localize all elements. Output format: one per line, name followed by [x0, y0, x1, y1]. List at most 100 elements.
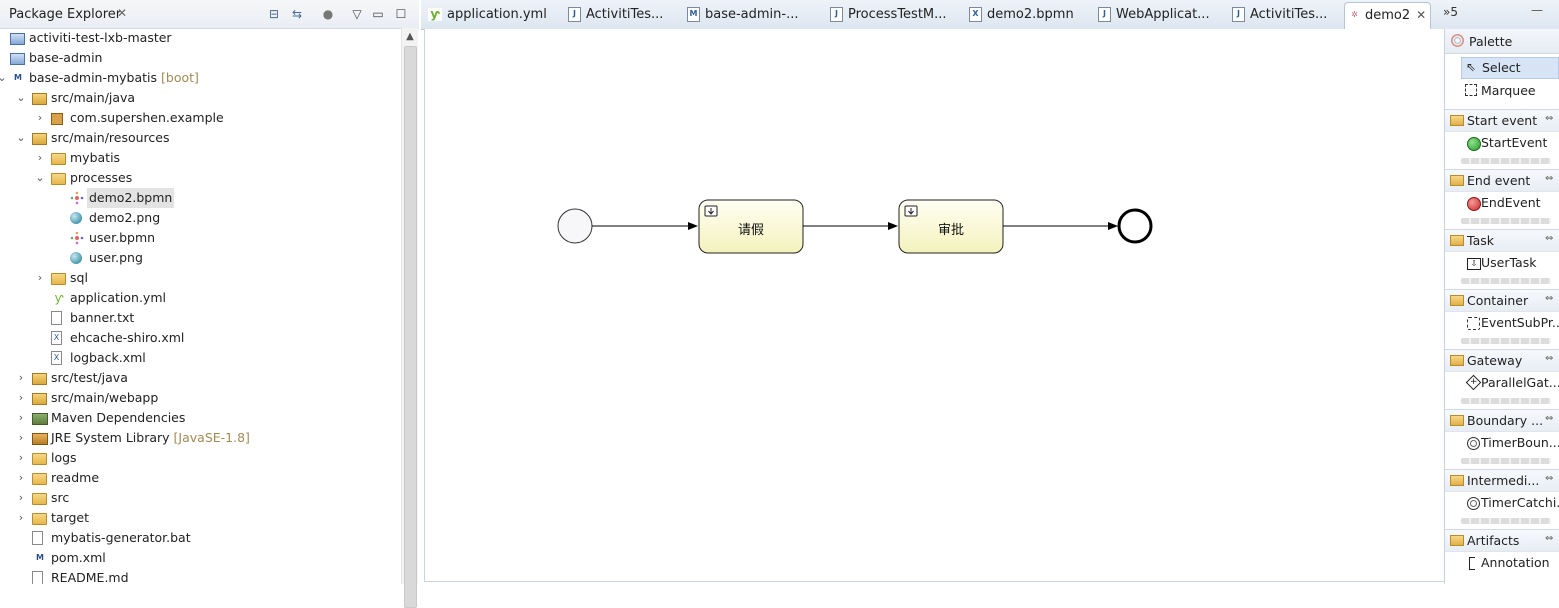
select-tool[interactable]: ⇖ Select — [1461, 57, 1559, 79]
tree-item[interactable]: base-admin — [0, 48, 400, 68]
marquee-tool[interactable]: Marquee — [1461, 81, 1557, 101]
chevron-right-icon[interactable]: › — [35, 148, 45, 168]
tree-item[interactable]: banner.txt — [0, 308, 400, 328]
pin-icon[interactable]: ⇔ — [1545, 233, 1553, 244]
chevron-right-icon[interactable]: › — [16, 428, 26, 448]
palette-item[interactable]: EndEvent — [1461, 193, 1557, 213]
tree-item[interactable]: demo2.bpmn — [0, 188, 400, 208]
chevron-right-icon[interactable]: › — [16, 388, 26, 408]
tree-item[interactable]: ⌄ src/main/resources — [0, 128, 400, 148]
chevron-right-icon[interactable]: › — [35, 268, 45, 288]
tree-item[interactable]: Mpom.xml — [0, 548, 400, 568]
tree-item[interactable]: ⌄ Mbase-admin-mybatis [boot] — [0, 68, 400, 88]
palette-drawer[interactable]: Task ⇔ — [1445, 229, 1559, 252]
close-icon[interactable]: ✕ — [1416, 8, 1426, 22]
pin-icon[interactable]: ⇔ — [1545, 533, 1553, 544]
tree-item[interactable]: activiti-test-lxb-master — [0, 28, 400, 48]
tree-item[interactable]: user.bpmn — [0, 228, 400, 248]
end-event[interactable] — [1117, 208, 1153, 244]
pin-icon[interactable]: ⇔ — [1545, 413, 1553, 424]
tree-item[interactable]: › src — [0, 488, 400, 508]
palette-item[interactable]: StartEvent — [1461, 133, 1557, 153]
palette-item[interactable]: Annotation — [1461, 553, 1557, 573]
palette-drawer[interactable]: End event ⇔ — [1445, 169, 1559, 192]
pin-icon[interactable]: ⇔ — [1545, 353, 1553, 364]
palette-drawer[interactable]: Artifacts ⇔ — [1445, 529, 1559, 552]
tab-application-yml[interactable]: ƴ application.yml — [428, 3, 547, 29]
palette-drawer[interactable]: Start event ⇔ — [1445, 109, 1559, 132]
palette-item[interactable]: EventSubPr... — [1461, 313, 1559, 333]
pin-icon[interactable]: ⇔ — [1545, 173, 1553, 184]
tree-item-label: activiti-test-lxb-master — [29, 28, 172, 48]
bpmn-canvas[interactable]: 请假 审批 — [424, 29, 1445, 582]
user-task[interactable]: 请假 — [698, 199, 804, 254]
minimize-icon[interactable]: ▭ — [370, 6, 386, 22]
tree-item[interactable]: ⌄ processes — [0, 168, 400, 188]
link-with-editor-icon[interactable]: ⇆ — [289, 6, 305, 22]
tree-item[interactable]: › src/test/java — [0, 368, 400, 388]
focus-icon[interactable]: ● — [320, 6, 336, 22]
tree-item[interactable]: mybatis-generator.bat — [0, 528, 400, 548]
chevron-right-icon[interactable]: › — [16, 508, 26, 528]
palette-drawer[interactable]: Container ⇔ — [1445, 289, 1559, 312]
view-menu-icon[interactable]: ▽ — [349, 6, 365, 22]
chevron-down-icon[interactable]: ⌄ — [16, 128, 26, 148]
tree-item[interactable]: Xehcache-shiro.xml — [0, 328, 400, 348]
tree-item[interactable]: › src/main/webapp — [0, 388, 400, 408]
collapse-all-icon[interactable]: ⊟ — [266, 6, 282, 22]
minimize-icon[interactable]: — — [1531, 3, 1543, 17]
scroll-thumb[interactable] — [404, 46, 417, 608]
tree-item[interactable]: › Maven Dependencies — [0, 408, 400, 428]
tree-item[interactable]: › sql — [0, 268, 400, 288]
chevron-right-icon[interactable]: › — [16, 488, 26, 508]
tab-demo2-diagram[interactable]: ✲ demo2 ✕ — [1344, 2, 1432, 30]
tree-item[interactable]: › readme — [0, 468, 400, 488]
tree-item[interactable]: Xlogback.xml — [0, 348, 400, 368]
chevron-right-icon[interactable]: › — [16, 408, 26, 428]
tree-item[interactable]: › com.supershen.example — [0, 108, 400, 128]
close-icon[interactable]: ✕ — [117, 6, 127, 20]
tab-activiti-test-1[interactable]: J ActivitiTes... — [568, 3, 663, 29]
palette-drawer[interactable]: Boundary ... ⇔ — [1445, 409, 1559, 432]
pin-icon[interactable]: ⇔ — [1545, 113, 1553, 124]
chevron-right-icon[interactable]: › — [16, 368, 26, 388]
tree-item[interactable]: › target — [0, 508, 400, 528]
start-event[interactable] — [557, 208, 593, 244]
tree-item[interactable]: ⌄ src/main/java — [0, 88, 400, 108]
tree-scrollbar[interactable]: ▲ — [401, 28, 418, 608]
tree-item[interactable]: ƴ application.yml — [0, 288, 400, 308]
tree-item[interactable]: README.md — [0, 568, 400, 584]
palette-header[interactable]: Palette — [1445, 29, 1559, 54]
chevron-down-icon[interactable]: ⌄ — [0, 68, 7, 88]
chevron-right-icon[interactable]: › — [16, 448, 26, 468]
tab-process-test[interactable]: J ProcessTestM... — [830, 3, 947, 29]
tab-base-admin-pom[interactable]: Mbase-admin-... — [687, 3, 799, 29]
tree-item[interactable]: › JRE System Library [JavaSE-1.8] — [0, 428, 400, 448]
palette-item[interactable]: TimerBoun... — [1461, 433, 1559, 453]
palette-item[interactable]: ⇩ UserTask — [1461, 253, 1557, 273]
palette-item[interactable]: TimerCatchi... — [1461, 493, 1559, 513]
palette-item[interactable]: + ParallelGat... — [1461, 373, 1559, 393]
tree-item[interactable]: demo2.png — [0, 208, 400, 228]
scroll-up-icon[interactable]: ▲ — [402, 30, 418, 44]
chevron-right-icon[interactable]: › — [16, 468, 26, 488]
tree-item[interactable]: › mybatis — [0, 148, 400, 168]
tree-item[interactable]: › logs — [0, 448, 400, 468]
tree-item[interactable]: user.png — [0, 248, 400, 268]
palette-item-label: UserTask — [1481, 255, 1537, 270]
tab-overflow-icon[interactable]: »5 — [1443, 5, 1458, 19]
palette-drawer[interactable]: Gateway ⇔ — [1445, 349, 1559, 372]
tab-web-application[interactable]: J WebApplicat... — [1098, 3, 1210, 29]
maximize-icon[interactable]: ☐ — [393, 6, 409, 22]
user-task[interactable]: 审批 — [898, 199, 1004, 254]
pin-icon[interactable]: ⇔ — [1545, 293, 1553, 304]
pin-icon[interactable]: ⇔ — [1545, 473, 1553, 484]
palette-drawer[interactable]: Intermedi... ⇔ — [1445, 469, 1559, 492]
chevron-down-icon[interactable]: ⌄ — [16, 88, 26, 108]
tab-activiti-test-2[interactable]: J ActivitiTes... — [1232, 3, 1327, 29]
chevron-down-icon[interactable]: ⌄ — [35, 168, 45, 188]
chevron-right-icon[interactable]: › — [35, 108, 45, 128]
tab-demo2-bpmn-xml[interactable]: Xdemo2.bpmn — [969, 3, 1074, 29]
